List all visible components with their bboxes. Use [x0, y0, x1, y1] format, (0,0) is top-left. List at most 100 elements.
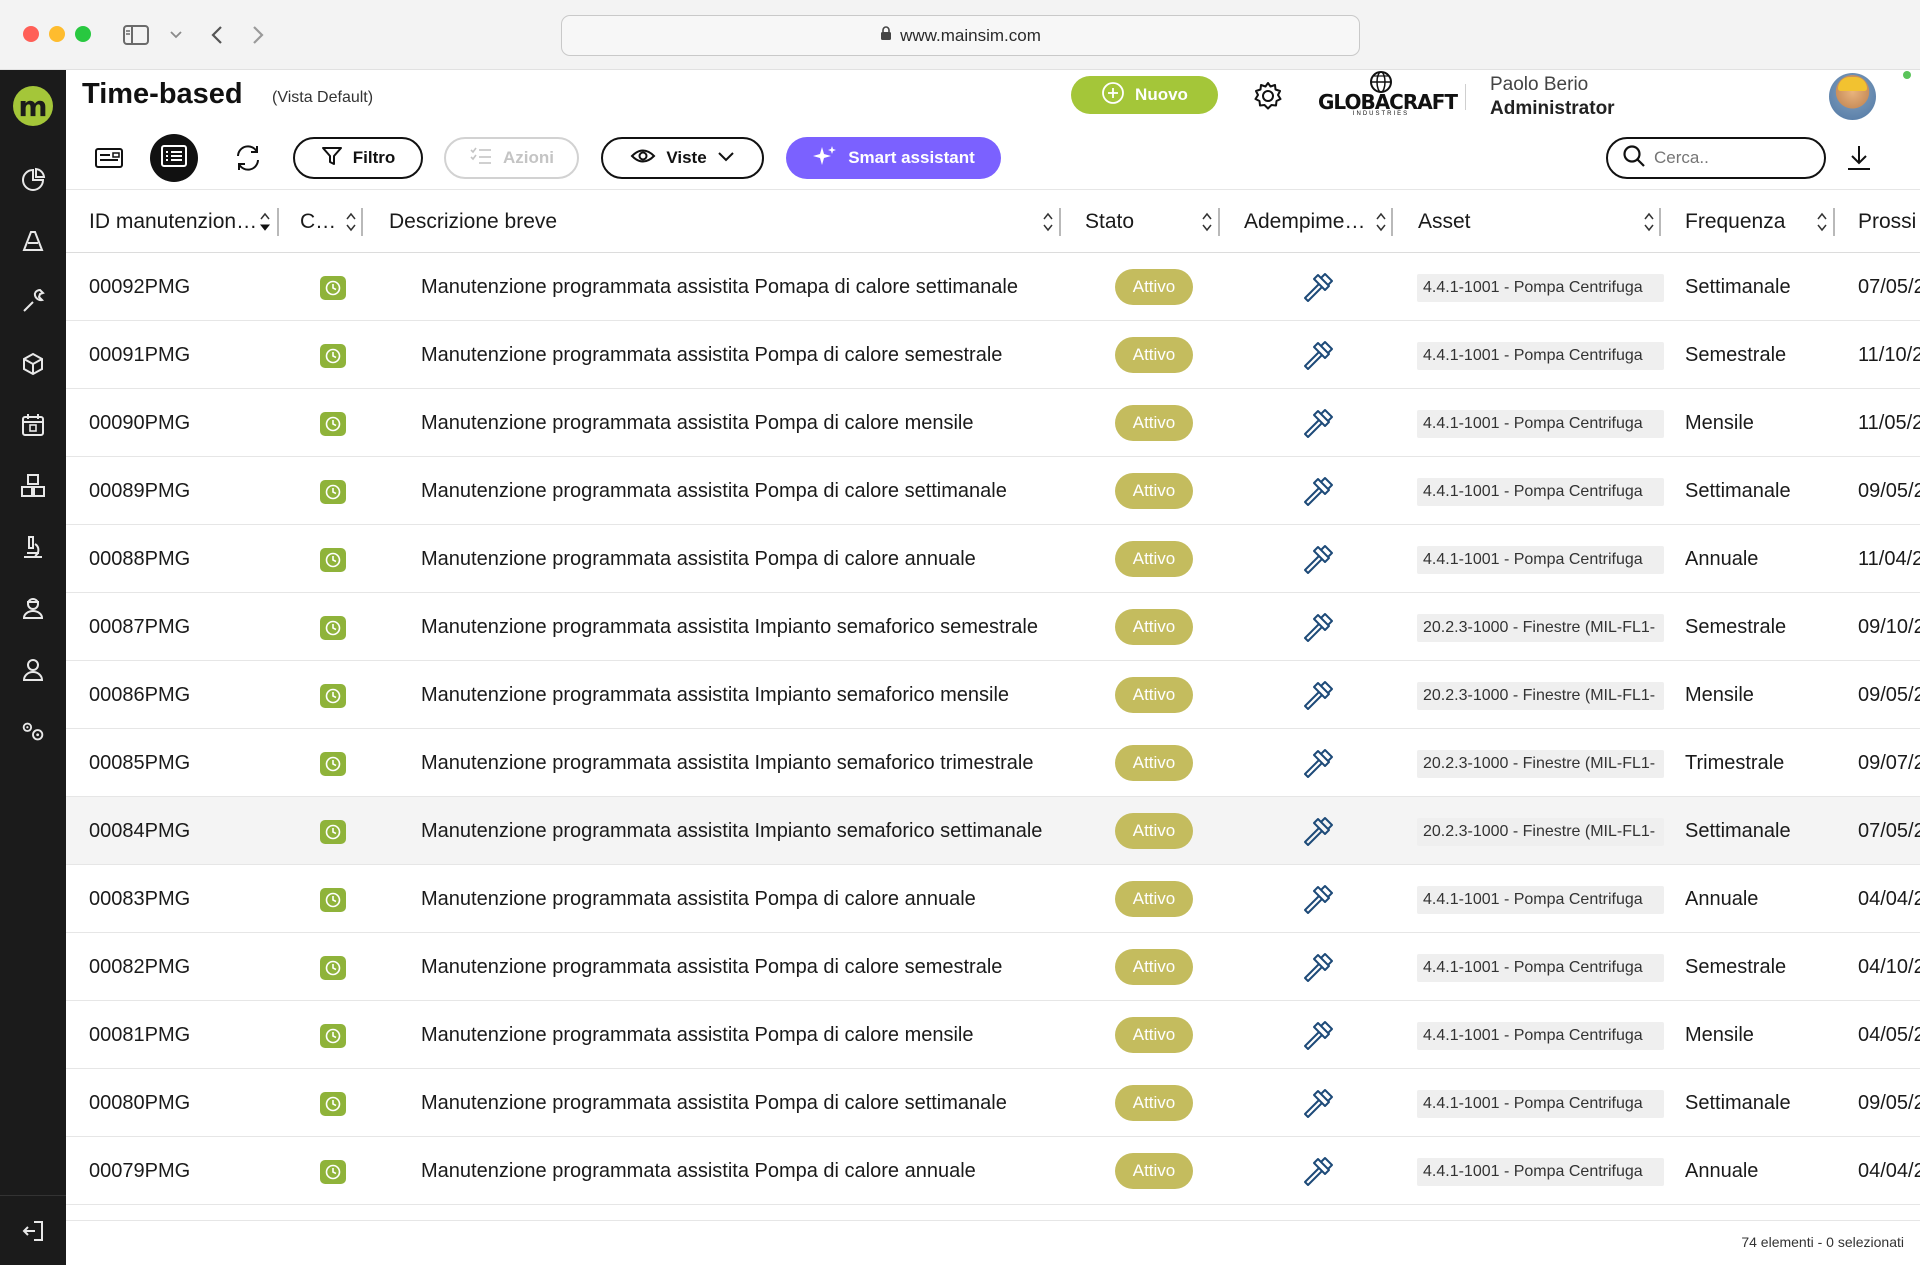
microscope-icon[interactable] — [19, 533, 47, 561]
table-row[interactable]: 00083PMG Manutenzione programmata assisti… — [66, 865, 1920, 933]
boxes-icon[interactable] — [19, 472, 47, 500]
hammer-icon[interactable] — [1299, 949, 1337, 987]
download-icon[interactable] — [1844, 143, 1874, 173]
user-icon[interactable] — [19, 656, 47, 684]
smart-assistant-button[interactable]: Smart assistant — [786, 137, 1001, 179]
asset-chip[interactable]: 4.4.1-1001 - Pompa Centrifuga — [1417, 886, 1664, 914]
asset-chip[interactable]: 20.2.3-1000 - Finestre (MIL-FL1- — [1417, 614, 1664, 642]
calendar-icon[interactable] — [19, 411, 47, 439]
column-separator[interactable] — [1218, 208, 1220, 236]
box-icon[interactable] — [19, 350, 47, 378]
table-row[interactable]: 00087PMG Manutenzione programmata assisti… — [66, 593, 1920, 661]
chevron-down-icon[interactable] — [161, 20, 191, 50]
minimize-window-button[interactable] — [49, 26, 65, 42]
asset-chip[interactable]: 4.4.1-1001 - Pompa Centrifuga — [1417, 478, 1664, 506]
sort-icon[interactable] — [1816, 210, 1828, 234]
asset-chip[interactable]: 4.4.1-1001 - Pompa Centrifuga — [1417, 954, 1664, 982]
asset-chip[interactable]: 4.4.1-1001 - Pompa Centrifuga — [1417, 1022, 1664, 1050]
hammer-icon[interactable] — [1299, 473, 1337, 511]
asset-chip[interactable]: 20.2.3-1000 - Finestre (MIL-FL1- — [1417, 682, 1664, 710]
column-separator[interactable] — [1659, 208, 1661, 236]
table-row[interactable]: 00088PMG Manutenzione programmata assisti… — [66, 525, 1920, 593]
column-header-next[interactable]: Prossi — [1858, 190, 1916, 254]
table-row[interactable]: 00091PMG Manutenzione programmata assisti… — [66, 321, 1920, 389]
hammer-icon[interactable] — [1299, 1153, 1337, 1191]
alert-icon[interactable] — [19, 227, 47, 255]
asset-chip[interactable]: 4.4.1-1001 - Pompa Centrifuga — [1417, 1090, 1664, 1118]
asset-chip[interactable]: 4.4.1-1001 - Pompa Centrifuga — [1417, 1158, 1664, 1186]
column-header-asset[interactable]: Asset — [1418, 190, 1471, 254]
sort-icon[interactable] — [1643, 210, 1655, 234]
pie-chart-icon[interactable] — [19, 166, 47, 194]
asset-chip[interactable]: 4.4.1-1001 - Pompa Centrifuga — [1417, 342, 1664, 370]
sidebar-toggle-icon[interactable] — [121, 20, 151, 50]
column-header-status[interactable]: Stato — [1085, 190, 1134, 254]
clock-icon — [320, 1160, 346, 1184]
hammer-icon[interactable] — [1299, 1017, 1337, 1055]
hammer-icon[interactable] — [1299, 677, 1337, 715]
sort-icon[interactable] — [345, 210, 357, 234]
sort-icon[interactable] — [1201, 210, 1213, 234]
forward-icon[interactable] — [243, 20, 273, 50]
asset-chip[interactable]: 20.2.3-1000 - Finestre (MIL-FL1- — [1417, 818, 1664, 846]
close-window-button[interactable] — [23, 26, 39, 42]
card-view-icon[interactable] — [92, 141, 126, 175]
column-header-description[interactable]: Descrizione breve — [389, 190, 557, 254]
technician-icon[interactable] — [19, 594, 47, 622]
list-view-button[interactable] — [150, 134, 198, 182]
avatar[interactable] — [1829, 73, 1876, 120]
hammer-icon[interactable] — [1299, 881, 1337, 919]
new-button[interactable]: Nuovo — [1071, 76, 1218, 114]
table-row[interactable]: 00082PMG Manutenzione programmata assisti… — [66, 933, 1920, 1001]
sort-icon[interactable] — [259, 210, 271, 234]
hammer-icon[interactable] — [1299, 813, 1337, 851]
asset-chip[interactable]: 20.2.3-1000 - Finestre (MIL-FL1- — [1417, 750, 1664, 778]
table-row[interactable]: 00081PMG Manutenzione programmata assisti… — [66, 1001, 1920, 1069]
hammer-icon[interactable] — [1299, 337, 1337, 375]
actions-button[interactable]: Azioni — [444, 137, 579, 179]
address-bar[interactable]: www.mainsim.com — [561, 15, 1360, 56]
asset-chip[interactable]: 4.4.1-1001 - Pompa Centrifuga — [1417, 546, 1664, 574]
sort-icon[interactable] — [1375, 210, 1387, 234]
table-row[interactable]: 00080PMG Manutenzione programmata assisti… — [66, 1069, 1920, 1137]
search-input[interactable] — [1654, 148, 1814, 168]
table-row[interactable]: 00089PMG Manutenzione programmata assisti… — [66, 457, 1920, 525]
hammer-icon[interactable] — [1299, 1085, 1337, 1123]
app-logo[interactable]: m — [13, 86, 53, 126]
column-separator[interactable] — [361, 208, 363, 236]
column-separator[interactable] — [1833, 208, 1835, 236]
asset-chip[interactable]: 4.4.1-1001 - Pompa Centrifuga — [1417, 274, 1664, 302]
wrench-icon[interactable] — [19, 288, 47, 316]
table-row[interactable]: 00092PMG Manutenzione programmata assisti… — [66, 253, 1920, 321]
column-header-frequency[interactable]: Frequenza — [1685, 190, 1785, 254]
table-row[interactable]: 00084PMG Manutenzione programmata assisti… — [66, 797, 1920, 865]
hammer-icon[interactable] — [1299, 541, 1337, 579]
table-row[interactable]: 00079PMG Manutenzione programmata assisti… — [66, 1137, 1920, 1205]
logout-icon[interactable] — [19, 1217, 47, 1245]
back-icon[interactable] — [202, 20, 232, 50]
gear-icon[interactable] — [1252, 80, 1284, 112]
user-name[interactable]: Paolo Berio — [1490, 74, 1588, 96]
table-row[interactable]: 00090PMG Manutenzione programmata assisti… — [66, 389, 1920, 457]
table-row[interactable]: 00085PMG Manutenzione programmata assisti… — [66, 729, 1920, 797]
maximize-window-button[interactable] — [75, 26, 91, 42]
hammer-icon[interactable] — [1299, 745, 1337, 783]
column-separator[interactable] — [277, 208, 279, 236]
hammer-icon[interactable] — [1299, 269, 1337, 307]
column-header-id[interactable]: ID manutenzion… — [89, 190, 257, 254]
filter-button[interactable]: Filtro — [293, 137, 423, 179]
column-separator[interactable] — [1059, 208, 1061, 236]
asset-chip[interactable]: 4.4.1-1001 - Pompa Centrifuga — [1417, 410, 1664, 438]
column-header-compliance[interactable]: Adempime… — [1244, 190, 1365, 254]
search-box[interactable] — [1606, 137, 1826, 179]
views-dropdown[interactable]: Viste — [601, 137, 764, 179]
current-view-label[interactable]: (Vista Default) — [272, 89, 373, 107]
column-header-category[interactable]: C… — [300, 190, 336, 254]
hammer-icon[interactable] — [1299, 609, 1337, 647]
table-row[interactable]: 00086PMG Manutenzione programmata assisti… — [66, 661, 1920, 729]
sort-icon[interactable] — [1042, 210, 1054, 234]
settings-gears-icon[interactable] — [19, 717, 47, 745]
hammer-icon[interactable] — [1299, 405, 1337, 443]
column-separator[interactable] — [1391, 208, 1393, 236]
refresh-icon[interactable] — [231, 141, 265, 175]
